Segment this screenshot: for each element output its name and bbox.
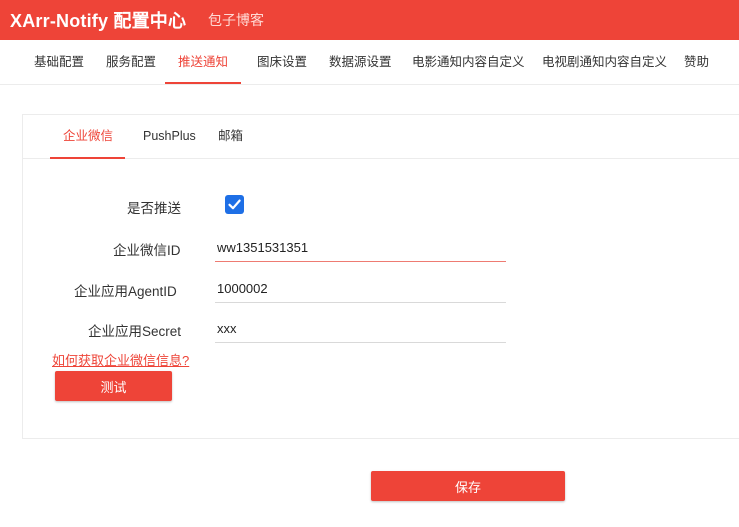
push-channel-tabs: 企业微信 PushPlus 邮箱 bbox=[23, 115, 739, 159]
tab-sponsor[interactable]: 赞助 bbox=[684, 40, 709, 83]
push-settings-panel: 企业微信 PushPlus 邮箱 是否推送 企业微信ID 企业应用AgentID… bbox=[22, 114, 739, 439]
checkmark-icon bbox=[228, 199, 241, 210]
push-enabled-checkbox[interactable] bbox=[225, 195, 244, 214]
subtab-email[interactable]: 邮箱 bbox=[218, 115, 243, 158]
tab-movie-template[interactable]: 电影通知内容自定义 bbox=[412, 40, 525, 83]
secret-label: 企业应用Secret bbox=[88, 324, 182, 339]
test-button[interactable]: 测试 bbox=[55, 371, 172, 401]
main-nav: 基础配置 服务配置 推送通知 图床设置 数据源设置 电影通知内容自定义 电视剧通… bbox=[0, 40, 739, 85]
save-button[interactable]: 保存 bbox=[371, 471, 565, 501]
agent-id-input[interactable] bbox=[215, 274, 506, 303]
tab-basic-config[interactable]: 基础配置 bbox=[34, 40, 84, 83]
tab-tv-template[interactable]: 电视剧通知内容自定义 bbox=[542, 40, 667, 83]
tab-data-source[interactable]: 数据源设置 bbox=[329, 40, 392, 83]
agent-id-label: 企业应用AgentID bbox=[74, 284, 177, 299]
subtab-wecom[interactable]: 企业微信 bbox=[49, 115, 126, 159]
push-enabled-label: 是否推送 bbox=[127, 201, 181, 216]
app-subtitle: 包子博客 bbox=[208, 12, 264, 28]
corp-id-label: 企业微信ID bbox=[113, 243, 181, 258]
help-link[interactable]: 如何获取企业微信信息? bbox=[52, 350, 189, 369]
tab-image-host[interactable]: 图床设置 bbox=[257, 40, 307, 83]
app-header: XArr-Notify 配置中心 包子博客 bbox=[0, 0, 739, 40]
app-title: XArr-Notify 配置中心 bbox=[10, 11, 187, 31]
corp-id-input[interactable] bbox=[215, 233, 506, 262]
tab-service-config[interactable]: 服务配置 bbox=[106, 40, 156, 83]
tab-push-notify[interactable]: 推送通知 bbox=[164, 40, 242, 84]
secret-input[interactable] bbox=[215, 314, 506, 343]
subtab-pushplus[interactable]: PushPlus bbox=[143, 115, 196, 158]
